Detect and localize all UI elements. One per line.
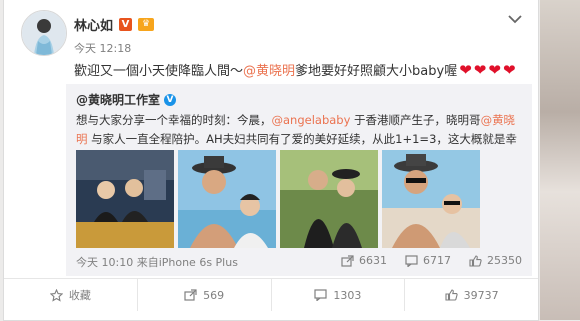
action-bar: 收藏 569 1303 39737 <box>4 278 538 311</box>
chevron-down-icon[interactable] <box>508 14 522 24</box>
heart-emoji: ❤ <box>502 60 516 79</box>
member-crown-icon: ♛ <box>138 18 155 31</box>
like-button[interactable]: 39737 <box>405 279 538 311</box>
favorite-label: 收藏 <box>68 289 91 302</box>
heart-emoji: ❤ <box>473 60 487 79</box>
repost-action-count: 569 <box>203 288 225 302</box>
author-name[interactable]: 林心如 V ♛ <box>74 15 155 34</box>
like-count: 25350 <box>487 254 522 267</box>
post-text-part: 歡迎又一個小天使降臨人間～ <box>74 64 244 79</box>
vip-badge-icon: V <box>119 18 133 31</box>
comment-count: 6717 <box>423 254 451 267</box>
comment-icon <box>314 289 327 301</box>
repost-stat[interactable]: 6631 <box>341 254 387 267</box>
favorite-button[interactable]: 收藏 <box>4 279 138 311</box>
reposted-content[interactable]: @黄晓明工作室 V 想与大家分享一个幸福的时刻：今晨，@angelababy 于… <box>66 84 532 276</box>
repost-author[interactable]: @黄晓明工作室 V <box>76 91 177 108</box>
post-text-part: 爹地要好好照顧大小baby喔 <box>295 64 458 79</box>
comment-stat[interactable]: 6717 <box>405 254 451 267</box>
verified-icon: V <box>164 93 177 106</box>
thumbs-up-icon <box>445 289 458 301</box>
like-stat[interactable]: 25350 <box>469 254 522 267</box>
weibo-post-card: 林心如 V ♛ 今天 12:18 歡迎又一個小天使降臨人間～ @黄晓明 爹地要好… <box>3 0 539 321</box>
post-text: 歡迎又一個小天使降臨人間～ @黄晓明 爹地要好好照顧大小baby喔 ❤ ❤ ❤ … <box>74 60 516 80</box>
mention-link[interactable]: @angelababy <box>272 113 351 127</box>
share-icon <box>184 289 197 301</box>
repost-button[interactable]: 569 <box>138 279 272 311</box>
repost-author-name[interactable]: @黄晓明工作室 <box>76 91 160 108</box>
comment-action-count: 1303 <box>333 288 362 302</box>
thumbs-up-icon <box>469 254 482 267</box>
background-photo-edge <box>540 0 580 320</box>
photo-thumbnail[interactable] <box>76 150 174 248</box>
photo-grid <box>76 150 480 248</box>
mention-link[interactable]: @黄晓明 <box>243 60 295 79</box>
post-time[interactable]: 今天 12:18 <box>74 40 131 56</box>
comment-button[interactable]: 1303 <box>272 279 406 311</box>
star-icon <box>49 288 63 302</box>
author-name-text[interactable]: 林心如 <box>74 15 113 34</box>
heart-emoji: ❤ <box>488 60 501 79</box>
comment-icon <box>405 254 418 267</box>
like-action-count: 39737 <box>463 288 499 302</box>
repost-source-meta[interactable]: 今天 10:10 来自iPhone 6s Plus <box>76 254 238 270</box>
heart-emoji: ❤ <box>459 60 472 79</box>
share-icon <box>341 254 354 267</box>
photo-thumbnail[interactable] <box>280 150 378 248</box>
repost-count: 6631 <box>359 254 387 267</box>
repost-text-part: 想与大家分享一个幸福的时刻：今晨， <box>76 113 272 127</box>
photo-thumbnail[interactable] <box>382 150 480 248</box>
repost-stats: 6631 6717 25350 <box>341 254 522 267</box>
photo-thumbnail[interactable] <box>178 150 276 248</box>
repost-text-part: 于香港顺产生子，晓明哥 <box>350 113 481 127</box>
author-avatar[interactable] <box>21 10 67 56</box>
